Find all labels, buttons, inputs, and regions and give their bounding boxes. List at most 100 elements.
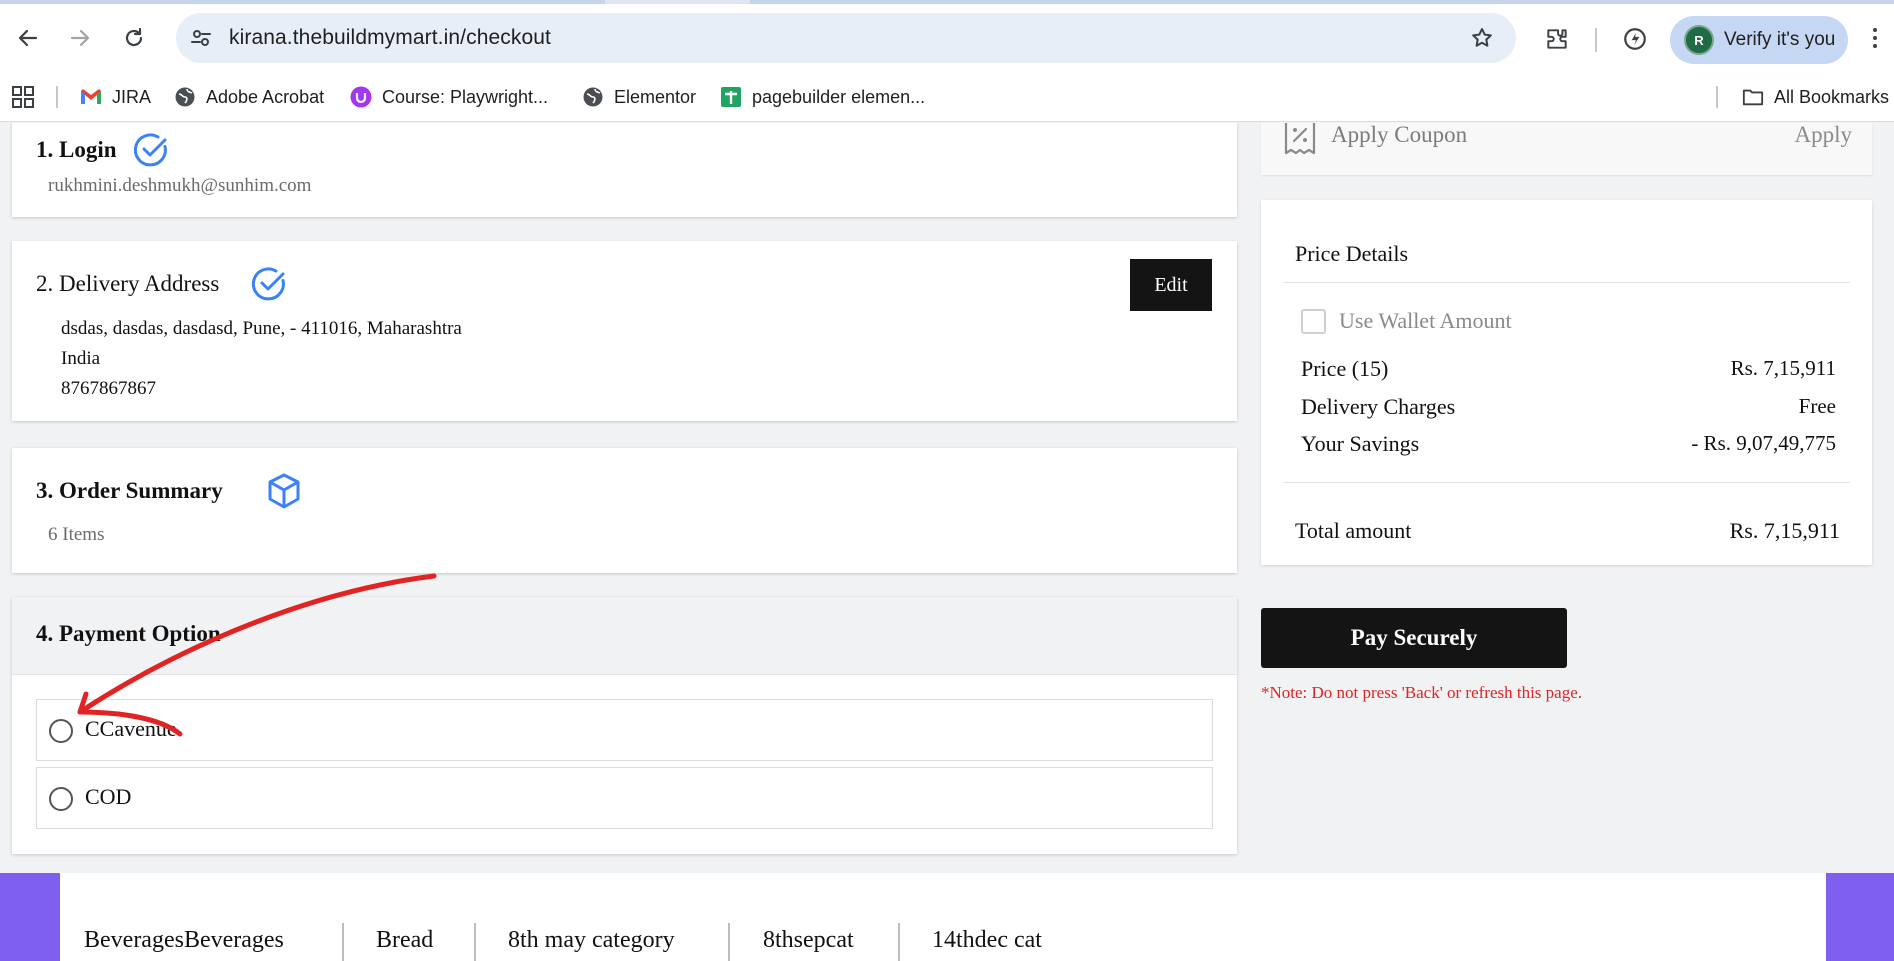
apply-coupon-action[interactable]: Apply <box>1795 123 1853 148</box>
edit-address-button[interactable]: Edit <box>1130 259 1212 311</box>
total-amount-row: Total amount Rs. 7,15,911 <box>1295 518 1840 544</box>
checkout-page: 1. Login rukhmini.deshmukh@sunhim.com 2.… <box>0 123 1894 961</box>
use-wallet-label: Use Wallet Amount <box>1339 308 1512 333</box>
bookmark-elementor[interactable]: Elementor <box>582 83 696 111</box>
all-bookmarks-label: All Bookmarks <box>1774 86 1890 107</box>
address-phone: 8767867867 <box>61 378 156 399</box>
category-link[interactable]: 14thdec cat <box>932 927 1042 954</box>
bookmark-label: JIRA <box>112 86 152 107</box>
order-summary-title: 3. Order Summary <box>36 478 223 503</box>
folder-icon <box>1742 86 1764 108</box>
udemy-icon <box>350 86 372 108</box>
address-line-1: dsdas, dasdas, dasdasd, Pune, - 411016, … <box>61 318 462 339</box>
apply-coupon-row[interactable]: Apply Coupon Apply <box>1261 123 1872 175</box>
login-card: 1. Login rukhmini.deshmukh@sunhim.com <box>12 123 1237 217</box>
bookmarks-bar: JIRA Adobe Acrobat Course: Playwright...… <box>0 72 1894 122</box>
bookmark-adobe-acrobat[interactable]: Adobe Acrobat <box>174 83 324 111</box>
globe-icon <box>174 86 196 108</box>
savings-label: Your Savings <box>1301 431 1420 456</box>
bookmark-label: Elementor <box>614 86 697 107</box>
payment-title: 4. Payment Option <box>36 621 221 646</box>
ccavenue-radio[interactable] <box>49 719 73 743</box>
login-email: rukhmini.deshmukh@sunhim.com <box>48 175 312 196</box>
category-divider <box>474 923 476 961</box>
category-link[interactable]: 8th may category <box>508 927 675 954</box>
price-details-title: Price Details <box>1295 241 1409 266</box>
category-link[interactable]: Bread <box>376 927 433 954</box>
divider <box>1283 482 1850 483</box>
savings-row: Your Savings - Rs. 9,07,49,775 <box>1301 431 1836 457</box>
payment-option-card: 4. Payment Option CCavenue COD <box>12 597 1237 854</box>
delivery-address-card: 2. Delivery Address dsdas, dasdas, dasda… <box>12 241 1237 421</box>
price-row-value: Rs. 7,15,911 <box>1730 356 1836 380</box>
bookmark-jira[interactable]: JIRA <box>80 83 151 111</box>
total-amount-label: Total amount <box>1295 518 1412 543</box>
avatar: R <box>1684 25 1714 55</box>
use-wallet-checkbox-row[interactable]: Use Wallet Amount <box>1301 308 1512 334</box>
url-text[interactable]: kirana.thebuildmymart.in/checkout <box>229 26 551 50</box>
globe-icon <box>582 86 604 108</box>
package-icon <box>268 473 300 509</box>
all-bookmarks-button[interactable]: All Bookmarks <box>1742 83 1889 111</box>
gmail-icon <box>80 86 102 108</box>
apps-grid-icon[interactable] <box>12 83 34 111</box>
category-link[interactable]: 8thsepcat <box>763 927 854 954</box>
bookmark-pagebuilder[interactable]: pagebuilder elemen... <box>720 83 925 111</box>
payment-option-cod[interactable]: COD <box>36 767 1213 829</box>
coupon-receipt-icon <box>1284 123 1316 155</box>
category-link[interactable]: BeveragesBeverages <box>84 927 284 954</box>
delivery-charges-row: Delivery Charges Free <box>1301 394 1836 420</box>
savings-value: - Rs. 9,07,49,775 <box>1691 431 1836 455</box>
browser-toolbar: kirana.thebuildmymart.in/checkout R Veri… <box>0 4 1894 72</box>
delivery-charges-label: Delivery Charges <box>1301 394 1456 419</box>
reload-icon <box>125 27 143 47</box>
bookmark-label: Adobe Acrobat <box>206 86 325 107</box>
bookmark-label: Course: Playwright... <box>382 86 549 107</box>
category-footer: BeveragesBeverages Bread 8th may categor… <box>0 873 1894 961</box>
price-row: Price (15) Rs. 7,15,911 <box>1301 356 1836 382</box>
verify-label: Verify it's you <box>1724 29 1836 50</box>
delivery-title: 2. Delivery Address <box>36 271 220 296</box>
performance-icon[interactable] <box>1618 22 1652 56</box>
address-line-2: India <box>61 348 101 369</box>
bookmark-label: pagebuilder elemen... <box>752 86 926 107</box>
divider <box>1283 282 1850 283</box>
footer-accent-right <box>1826 873 1894 961</box>
cod-label: COD <box>85 784 132 809</box>
cod-radio[interactable] <box>49 787 73 811</box>
toolbar-divider <box>1595 28 1597 52</box>
menu-kebab-icon[interactable] <box>1872 28 1878 52</box>
verify-profile-button[interactable]: R Verify it's you <box>1670 16 1848 64</box>
ccavenue-label: CCavenue <box>85 716 177 741</box>
back-button[interactable] <box>8 18 48 58</box>
arrow-left-icon <box>18 29 38 47</box>
arrow-right-icon <box>70 29 90 47</box>
category-divider <box>342 923 344 961</box>
bookmark-divider <box>56 86 58 108</box>
bookmark-divider <box>1716 86 1718 108</box>
payment-note: *Note: Do not press 'Back' or refresh th… <box>1261 683 1583 702</box>
address-bar[interactable]: kirana.thebuildmymart.in/checkout <box>176 13 1516 63</box>
payment-option-ccavenue[interactable]: CCavenue <box>36 699 1213 761</box>
bookmark-star-icon[interactable] <box>1468 24 1496 52</box>
site-settings-icon[interactable] <box>188 25 214 51</box>
order-summary-card: 3. Order Summary 6 Items <box>12 448 1237 573</box>
bookmark-course-playwright[interactable]: Course: Playwright... <box>350 83 548 111</box>
footer-accent-left <box>0 873 60 961</box>
payment-header: 4. Payment Option <box>12 597 1237 675</box>
order-items-count: 6 Items <box>48 524 105 545</box>
pay-securely-button[interactable]: Pay Securely <box>1261 608 1567 668</box>
use-wallet-checkbox[interactable] <box>1301 308 1326 334</box>
login-title: 1. Login <box>36 137 117 162</box>
total-amount-value: Rs. 7,15,911 <box>1729 518 1840 543</box>
extensions-icon[interactable] <box>1540 22 1574 56</box>
category-divider <box>898 923 900 961</box>
delivery-charges-value: Free <box>1798 394 1836 418</box>
forward-button[interactable] <box>60 18 100 58</box>
check-circle-icon <box>133 133 167 167</box>
price-row-label: Price (15) <box>1301 356 1389 381</box>
price-details-card: Price Details Use Wallet Amount Price (1… <box>1261 200 1872 565</box>
check-circle-icon <box>251 267 285 301</box>
reload-button[interactable] <box>114 18 154 58</box>
sheets-icon <box>720 86 742 108</box>
